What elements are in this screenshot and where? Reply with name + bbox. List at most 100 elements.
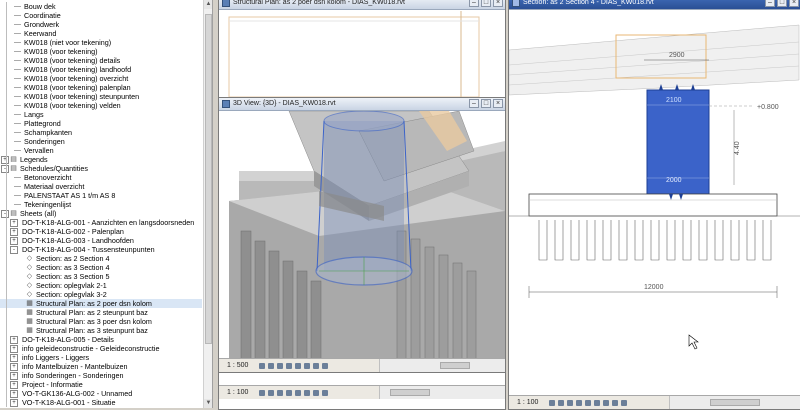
expand-icon[interactable]: +: [10, 219, 18, 227]
browser-item[interactable]: — Vervallen: [0, 146, 202, 155]
browser-item[interactable]: + info Sonderingen - Sonderingen: [0, 371, 202, 380]
browser-item[interactable]: — Materiaal overzicht: [0, 182, 202, 191]
browser-item-label: Structural Plan: as 3 poer dsn kolom: [36, 317, 152, 326]
browser-scrollbar[interactable]: ▲ ▼: [203, 0, 212, 408]
browser-item[interactable]: + VO-T-GK136-ALG-002 - Unnamed: [0, 389, 202, 398]
browser-item[interactable]: — Grondwerk: [0, 20, 202, 29]
section-hscroll[interactable]: [669, 396, 800, 409]
browser-item[interactable]: ◇ Section: as 3 Section 5: [0, 272, 202, 281]
browser-item[interactable]: ◇ Section: oplegvlak 3-2: [0, 290, 202, 299]
close-button[interactable]: ×: [789, 0, 799, 7]
browser-item[interactable]: ▦ Structural Plan: as 2 steunpunt baz: [0, 308, 202, 317]
dim-side: 4.40: [734, 141, 741, 155]
view-control-bar[interactable]: [259, 362, 369, 369]
3d-model-canvas[interactable]: [219, 111, 505, 371]
plan-view-icon: ▦: [26, 327, 33, 334]
section-titlebar[interactable]: Section: as 2 Section 4 - DIAS_KW018.rvt…: [509, 0, 800, 10]
browser-item[interactable]: — KW018 (voor tekening) palenplan: [0, 83, 202, 92]
browser-item[interactable]: + DO-T-K18-ALG-002 - Palenplan: [0, 227, 202, 236]
view-line-icon: —: [14, 183, 21, 190]
3d-hscroll[interactable]: [379, 359, 505, 372]
browser-item[interactable]: ◇ Section: as 2 Section 4: [0, 254, 202, 263]
collapse-icon[interactable]: -: [1, 210, 9, 218]
expand-icon[interactable]: +: [10, 336, 18, 344]
minimize-button[interactable]: –: [469, 99, 479, 108]
plan-canvas[interactable]: [219, 0, 505, 98]
browser-item[interactable]: — Schampkanten: [0, 128, 202, 137]
browser-item-label: KW018 (voor tekening) steunpunten: [24, 92, 140, 101]
browser-item[interactable]: — Langs: [0, 110, 202, 119]
browser-item[interactable]: — PALENSTAAT AS 1 t/m AS 8: [0, 191, 202, 200]
browser-item[interactable]: — KW018 (niet voor tekening): [0, 38, 202, 47]
browser-item[interactable]: — Sonderingen: [0, 137, 202, 146]
expand-icon[interactable]: +: [10, 228, 18, 236]
section-window[interactable]: Section: as 2 Section 4 - DIAS_KW018.rvt…: [508, 0, 800, 410]
expand-icon[interactable]: +: [10, 354, 18, 362]
browser-item[interactable]: — KW018 (voor tekening) overzicht: [0, 74, 202, 83]
sheet-view-window[interactable]: 1 : 100: [218, 372, 506, 410]
browser-item[interactable]: - DO-T-K18-ALG-004 - Tussensteunpunten: [0, 245, 202, 254]
view-line-icon: —: [14, 201, 21, 208]
view-scale[interactable]: 1 : 500: [227, 359, 248, 372]
view-line-icon: —: [14, 3, 21, 10]
view-scale[interactable]: 1 : 100: [227, 386, 248, 399]
close-button[interactable]: ×: [493, 99, 503, 108]
browser-item-label: KW018 (voor tekening) velden: [24, 101, 121, 110]
minimize-button[interactable]: –: [765, 0, 775, 7]
expand-icon[interactable]: +: [10, 372, 18, 380]
browser-item[interactable]: - ▤ Schedules/Quantities: [0, 164, 202, 173]
expand-icon[interactable]: +: [1, 156, 9, 164]
browser-item[interactable]: — Tekeningenlijst: [0, 200, 202, 209]
view-icon: [222, 100, 230, 108]
browser-item[interactable]: — Keerwand: [0, 29, 202, 38]
expand-icon[interactable]: +: [10, 363, 18, 371]
browser-item[interactable]: ▦ Structural Plan: as 3 poer dsn kolom: [0, 317, 202, 326]
browser-item[interactable]: + DO-T-K18-ALG-001 - Aanzichten en langsd…: [0, 218, 202, 227]
scroll-down-arrow[interactable]: ▼: [204, 399, 212, 408]
collapse-icon[interactable]: -: [10, 246, 18, 254]
expand-icon[interactable]: +: [10, 381, 18, 389]
browser-item[interactable]: + info geleideconstructie - Geleideconstr…: [0, 344, 202, 353]
browser-item[interactable]: ◇ Section: oplegvlak 2-1: [0, 281, 202, 290]
section-canvas[interactable]: 2900 2100 2000 +0.800 4.40 12000: [509, 10, 800, 406]
3d-view-window[interactable]: 3D View: {3D} - DIAS_KW018.rvt – □ × 1:…: [218, 97, 506, 373]
browser-item-label: Section: as 3 Section 5: [36, 272, 110, 281]
browser-item[interactable]: + info Liggers - Liggers: [0, 353, 202, 362]
browser-item[interactable]: ▦ Structural Plan: as 2 poer dsn kolom: [0, 299, 202, 308]
sheet-hscroll[interactable]: [379, 386, 505, 399]
collapse-icon[interactable]: -: [1, 165, 9, 173]
browser-item[interactable]: + DO-T-K18-ALG-005 - Details: [0, 335, 202, 344]
browser-item[interactable]: - ▤ Sheets (all): [0, 209, 202, 218]
browser-item[interactable]: — KW018 (voor tekening) landhoofd: [0, 65, 202, 74]
browser-item[interactable]: + VO-T-K18-ALG-001 - Situatie: [0, 398, 202, 407]
structural-plan-window[interactable]: Structural Plan: as 2 poer dsn kolom - D…: [218, 0, 506, 99]
browser-item[interactable]: — Betonoverzicht: [0, 173, 202, 182]
browser-item[interactable]: — KW018 (voor tekening) details: [0, 56, 202, 65]
view-control-bar[interactable]: [259, 389, 369, 396]
view-scale[interactable]: 1 : 100: [517, 396, 538, 409]
scrollbar-thumb[interactable]: [205, 14, 212, 344]
browser-item[interactable]: + ▤ Legends: [0, 155, 202, 164]
browser-item[interactable]: — Plattegrond: [0, 119, 202, 128]
browser-item[interactable]: + DO-T-K18-ALG-003 - Landhoofden: [0, 236, 202, 245]
expand-icon[interactable]: +: [10, 399, 18, 407]
browser-item[interactable]: ◇ Section: as 3 Section 4: [0, 263, 202, 272]
view-line-icon: —: [14, 66, 21, 73]
browser-item[interactable]: — KW018 (voor tekening): [0, 47, 202, 56]
browser-item[interactable]: ▦ Structural Plan: as 3 steunpunt baz: [0, 326, 202, 335]
expand-icon[interactable]: +: [10, 237, 18, 245]
browser-item[interactable]: — KW018 (voor tekening) velden: [0, 101, 202, 110]
browser-item[interactable]: — Bouw dek: [0, 2, 202, 11]
browser-item[interactable]: — Coordinatie: [0, 11, 202, 20]
browser-item[interactable]: — KW018 (voor tekening) steunpunten: [0, 92, 202, 101]
maximize-button[interactable]: □: [777, 0, 787, 7]
scroll-up-arrow[interactable]: ▲: [204, 0, 212, 9]
3d-view-titlebar[interactable]: 3D View: {3D} - DIAS_KW018.rvt – □ ×: [219, 98, 505, 111]
expand-icon[interactable]: +: [10, 390, 18, 398]
view-control-bar[interactable]: [549, 399, 659, 406]
browser-item[interactable]: + Project - Informatie: [0, 380, 202, 389]
expand-icon[interactable]: +: [10, 345, 18, 353]
maximize-button[interactable]: □: [481, 99, 491, 108]
browser-item[interactable]: + info Mantelbuizen - Mantelbuizen: [0, 362, 202, 371]
browser-item-label: DO-T-K18-ALG-003 - Landhoofden: [22, 236, 134, 245]
